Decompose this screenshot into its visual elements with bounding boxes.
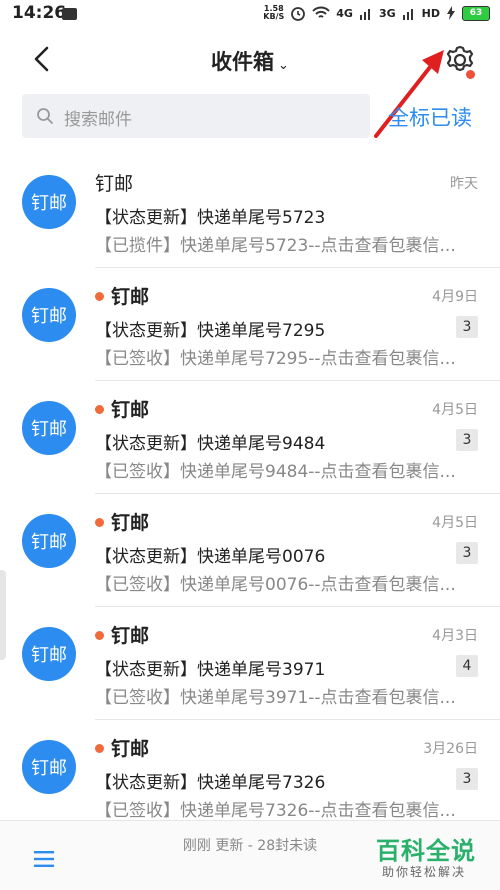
message-item[interactable]: 钉邮 钉邮 昨天 【状态更新】快递单尾号5723 【已揽件】快递单尾号5723-… — [0, 155, 500, 268]
message-subject: 【状态更新】快递单尾号0076 — [95, 547, 326, 567]
watermark-subtitle: 助你轻松解决 — [382, 865, 467, 879]
thread-count-badge: 3 — [456, 429, 478, 451]
unread-dot — [95, 292, 104, 301]
chevron-down-icon: ⌄ — [278, 58, 289, 73]
message-date: 4月9日 — [432, 289, 478, 305]
sender-avatar: 钉邮 — [22, 288, 76, 342]
app-header: 收件箱 ⌄ — [0, 30, 500, 92]
side-drawer-handle[interactable] — [0, 570, 6, 660]
message-item[interactable]: 钉邮 钉邮 3月26日 【状态更新】快递单尾号7326 3 【已签收】快递单尾号… — [0, 720, 500, 833]
settings-badge-dot — [466, 70, 475, 79]
message-header: 钉邮 3月26日 — [95, 734, 478, 762]
message-preview: 【已签收】快递单尾号7295--点击查看包裹信... — [95, 349, 456, 369]
message-item[interactable]: 钉邮 钉邮 4月5日 【状态更新】快递单尾号0076 3 【已签收】快递单尾号0… — [0, 494, 500, 607]
network-4g-label: 4G — [336, 6, 353, 20]
message-preview: 【已签收】快递单尾号9484--点击查看包裹信... — [95, 462, 456, 482]
status-time: 14:26 — [12, 3, 67, 23]
message-date: 3月26日 — [423, 741, 478, 757]
search-row: 搜索邮件 全标已读 — [0, 94, 500, 140]
search-placeholder: 搜索邮件 — [64, 110, 132, 130]
message-item[interactable]: 钉邮 钉邮 4月5日 【状态更新】快递单尾号9484 3 【已签收】快递单尾号9… — [0, 381, 500, 494]
message-subject: 【状态更新】快递单尾号7326 — [95, 773, 326, 793]
message-notification-icon — [62, 8, 77, 20]
thread-count-badge: 3 — [456, 768, 478, 790]
unread-dot — [95, 744, 104, 753]
message-date: 4月5日 — [432, 515, 478, 531]
signal-icon — [402, 9, 413, 20]
message-header: 钉邮 4月5日 — [95, 508, 478, 536]
network-speed: 1.58 KB/S — [263, 4, 285, 21]
sender-name: 钉邮 — [111, 512, 150, 534]
message-date: 昨天 — [450, 176, 478, 192]
bottom-bar: 刚刚 更新 - 28封未读 百科全说 助你轻松解决 — [0, 820, 500, 890]
message-subject: 【状态更新】快递单尾号7295 — [95, 321, 326, 341]
alarm-icon — [291, 7, 306, 21]
mailbox-title-text: 收件箱 — [211, 50, 275, 74]
sender-avatar: 钉邮 — [22, 627, 76, 681]
thread-count-badge: 3 — [456, 316, 478, 338]
search-input[interactable]: 搜索邮件 — [22, 94, 370, 138]
message-date: 4月5日 — [432, 402, 478, 418]
message-header: 钉邮 昨天 — [95, 169, 478, 197]
battery-level: 63 — [462, 5, 490, 21]
search-icon — [37, 108, 53, 124]
unread-dot — [95, 631, 104, 640]
message-item[interactable]: 钉邮 钉邮 4月3日 【状态更新】快递单尾号3971 4 【已签收】快递单尾号3… — [0, 607, 500, 720]
wifi-icon — [312, 6, 331, 18]
message-date: 4月3日 — [432, 628, 478, 644]
sender-name: 钉邮 — [111, 625, 150, 647]
status-indicators: 1.58 KB/S 4G 3G HD 63 — [263, 5, 490, 21]
network-3g-label: 3G — [378, 6, 396, 20]
message-list: 钉邮 钉邮 昨天 【状态更新】快递单尾号5723 【已揽件】快递单尾号5723-… — [0, 155, 500, 833]
charging-icon — [447, 6, 455, 20]
signal-icon — [359, 9, 370, 20]
sender-name: 钉邮 — [111, 738, 150, 760]
thread-count-badge: 4 — [456, 655, 478, 677]
message-header: 钉邮 4月9日 — [95, 282, 478, 310]
message-subject: 【状态更新】快递单尾号9484 — [95, 434, 326, 454]
unread-dot — [95, 518, 104, 527]
message-preview: 【已签收】快递单尾号3971--点击查看包裹信... — [95, 688, 456, 708]
message-subject: 【状态更新】快递单尾号3971 — [95, 660, 326, 680]
sender-avatar: 钉邮 — [22, 401, 76, 455]
sender-name: 钉邮 — [111, 286, 150, 308]
message-header: 钉邮 4月3日 — [95, 621, 478, 649]
message-preview: 【已揽件】快递单尾号5723--点击查看包裹信... — [95, 236, 456, 256]
sender-avatar: 钉邮 — [22, 740, 76, 794]
sender-name: 钉邮 — [111, 399, 150, 421]
status-bar: 14:26 1.58 KB/S 4G 3G HD 63 — [0, 0, 500, 30]
sender-avatar: 钉邮 — [22, 175, 76, 229]
message-preview: 【已签收】快递单尾号0076--点击查看包裹信... — [95, 575, 456, 595]
mark-all-read-button[interactable]: 全标已读 — [388, 102, 472, 132]
sender-avatar: 钉邮 — [22, 514, 76, 568]
message-subject: 【状态更新】快递单尾号5723 — [95, 208, 326, 228]
unread-dot — [95, 405, 104, 414]
sender-name: 钉邮 — [95, 173, 134, 195]
thread-count-badge: 3 — [456, 542, 478, 564]
hd-label: HD — [421, 6, 440, 20]
mailbox-title[interactable]: 收件箱 ⌄ — [0, 46, 500, 76]
message-item[interactable]: 钉邮 钉邮 4月9日 【状态更新】快递单尾号7295 3 【已签收】快递单尾号7… — [0, 268, 500, 381]
watermark-title: 百科全说 — [376, 837, 476, 865]
message-header: 钉邮 4月5日 — [95, 395, 478, 423]
message-preview: 【已签收】快递单尾号7326--点击查看包裹信... — [95, 801, 456, 821]
